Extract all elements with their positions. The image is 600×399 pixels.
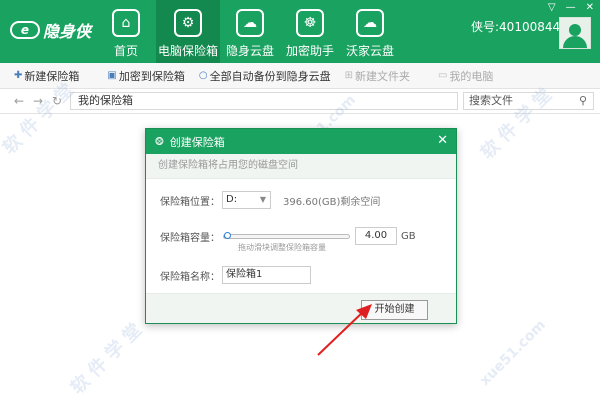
capacity-label: 保险箱容量： xyxy=(160,232,220,244)
my-computer-button[interactable]: ▭ 我的电脑 xyxy=(438,68,493,84)
plus-icon: ✚ xyxy=(14,70,23,81)
toolbar: ✚ 新建保险箱 ▣ 加密到保险箱 ○ 全部自动备份到隐身云盘 ⊞ 新建文件夹 ▭… xyxy=(0,63,600,89)
nav-stealth-cloud[interactable]: ☁ 隐身云盘 xyxy=(220,0,280,63)
nav-encrypt-helper-label: 加密助手 xyxy=(285,44,334,58)
nav-home[interactable]: ⌂ 首页 xyxy=(96,0,156,63)
create-safe-dialog: ⨷ 创建保险箱 ✕ 创建保险箱将占用您的磁盘空间 保险箱位置： D: ▼ 396… xyxy=(145,128,457,324)
avatar[interactable] xyxy=(559,17,591,49)
backup-all-label: 全部自动备份到隐身云盘 xyxy=(209,69,331,83)
back-arrow-icon[interactable]: ← xyxy=(14,94,24,108)
capacity-slider[interactable] xyxy=(223,231,350,239)
dropdown-menu-icon[interactable]: ▽ xyxy=(548,2,556,13)
title-bar: e 隐身侠 ⌂ 首页 ⚙ 电脑保险箱 ☁ 隐身云盘 ☸ 加密助手 ☁ 沃家云盘 … xyxy=(0,0,600,63)
name-row: 保险箱名称： 保险箱1 xyxy=(160,266,311,284)
main-nav: ⌂ 首页 ⚙ 电脑保险箱 ☁ 隐身云盘 ☸ 加密助手 ☁ 沃家云盘 xyxy=(96,0,400,63)
slider-hint: 拖动滑块调整保险箱容量 xyxy=(238,243,326,252)
capacity-unit: GB xyxy=(401,230,416,242)
new-file-label: 新建文件夹 xyxy=(354,69,410,83)
drive-value: D: xyxy=(226,194,238,205)
safe-icon: ⚙ xyxy=(174,9,202,37)
new-file-icon: ⊞ xyxy=(344,70,353,81)
logo-mark: e xyxy=(10,21,40,39)
nav-encrypt-helper[interactable]: ☸ 加密助手 xyxy=(280,0,340,63)
key-icon: ⨷ xyxy=(155,134,164,148)
nav-computer-safe[interactable]: ⚙ 电脑保险箱 xyxy=(156,0,220,63)
nav-home-label: 首页 xyxy=(113,44,138,58)
new-file-button[interactable]: ⊞ 新建文件夹 xyxy=(345,68,410,84)
dialog-title-bar: ⨷ 创建保险箱 xyxy=(146,129,456,154)
encrypt-to-safe-button[interactable]: ▣ 加密到保险箱 xyxy=(107,68,184,84)
nav-stealth-cloud-label: 隐身云盘 xyxy=(225,44,274,58)
logo-text: 隐身侠 xyxy=(43,22,92,41)
location-label: 保险箱位置： xyxy=(160,196,220,208)
nav-family-cloud-label: 沃家云盘 xyxy=(345,44,394,58)
free-space-text: 396.60(GB)剩余空间 xyxy=(283,196,381,208)
search-placeholder: 搜索文件 xyxy=(469,94,513,107)
chevron-down-icon: ▼ xyxy=(259,195,266,204)
drive-select[interactable]: D: ▼ xyxy=(222,191,271,209)
new-safe-label: 新建保险箱 xyxy=(24,69,80,83)
cloud-icon: ☁ xyxy=(236,9,264,37)
search-icon[interactable]: ⚲ xyxy=(579,93,587,109)
safe-name-input[interactable]: 保险箱1 xyxy=(222,266,311,284)
annotation-arrow-icon xyxy=(317,304,372,356)
encrypt-to-safe-label: 加密到保险箱 xyxy=(118,69,185,83)
avatar-body-icon xyxy=(563,36,587,48)
name-label: 保险箱名称： xyxy=(160,271,220,283)
dialog-subtitle: 创建保险箱将占用您的磁盘空间 xyxy=(146,154,456,179)
user-id: 侠号:40100844 xyxy=(471,20,561,34)
nav-family-cloud[interactable]: ☁ 沃家云盘 xyxy=(340,0,400,63)
watermark-url: xue51.com xyxy=(476,317,549,389)
path-field[interactable]: 我的保险箱 xyxy=(70,92,458,110)
my-computer-label: 我的电脑 xyxy=(449,69,494,83)
lock-icon: ▣ xyxy=(107,70,117,81)
close-icon[interactable]: ✕ xyxy=(437,133,448,148)
watermark-text: 软 件 学 堂 xyxy=(66,319,146,399)
nav-computer-safe-label: 电脑保险箱 xyxy=(157,44,218,58)
location-row: 保险箱位置： D: ▼ 396.60(GB)剩余空间 xyxy=(160,191,380,209)
home-icon: ⌂ xyxy=(112,9,140,37)
dialog-title: 创建保险箱 xyxy=(169,135,225,149)
close-window-icon[interactable]: ✕ xyxy=(586,2,594,13)
avatar-head-icon xyxy=(569,24,581,36)
computer-icon: ▭ xyxy=(437,70,448,81)
dialog-footer: 开始创建 xyxy=(146,293,456,323)
window-controls: ▽ — ✕ xyxy=(548,2,594,13)
backup-all-button[interactable]: ○ 全部自动备份到隐身云盘 xyxy=(199,68,331,84)
encrypt-gear-icon: ☸ xyxy=(296,9,324,37)
new-safe-button[interactable]: ✚ 新建保险箱 xyxy=(14,68,79,84)
capacity-input[interactable]: 4.00 xyxy=(355,227,397,245)
capacity-slider-handle[interactable] xyxy=(224,231,231,239)
family-cloud-icon: ☁ xyxy=(356,9,384,37)
app-logo: e 隐身侠 xyxy=(10,18,91,42)
minimize-icon[interactable]: — xyxy=(566,2,576,13)
backup-icon: ○ xyxy=(198,70,208,81)
